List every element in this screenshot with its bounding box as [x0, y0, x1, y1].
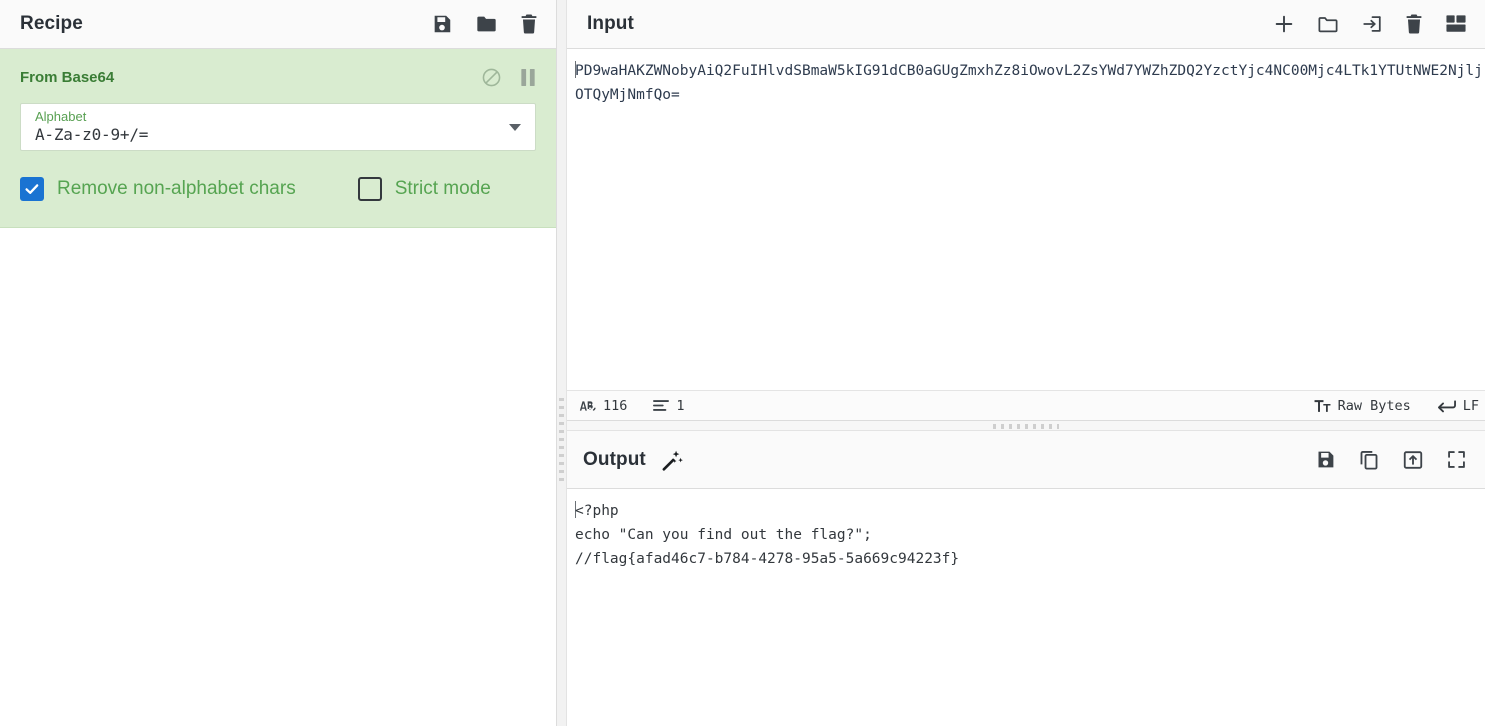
- input-encoding-value: Raw Bytes: [1337, 397, 1411, 414]
- output-section: Output <?php echo "Can you find out the …: [567, 431, 1485, 726]
- input-line-ending-status[interactable]: LF: [1437, 398, 1479, 414]
- add-input-tab-icon[interactable]: [1273, 13, 1295, 35]
- breakpoint-pause-icon[interactable]: [520, 68, 536, 87]
- horizontal-splitter[interactable]: [567, 421, 1485, 431]
- output-line-1: <?php: [575, 503, 619, 519]
- alphabet-field[interactable]: Alphabet A-Za-z0-9+/=: [20, 103, 536, 151]
- recipe-title: Recipe: [20, 13, 83, 34]
- output-title-bar: Output: [567, 431, 1485, 489]
- recipe-title-bar: Recipe: [0, 0, 556, 49]
- strict-mode-checkbox[interactable]: Strict mode: [357, 177, 491, 201]
- open-folder-icon[interactable]: [1317, 13, 1339, 35]
- vertical-splitter-grip[interactable]: [559, 398, 564, 486]
- output-editor[interactable]: <?php echo "Can you find out the flag?";…: [567, 489, 1485, 726]
- alphabet-label: Alphabet: [35, 109, 87, 124]
- output-line-3: //flag{afad46c7-b784-4278-95a5-5a669c942…: [575, 551, 960, 567]
- strict-mode-label: Strict mode: [394, 178, 491, 199]
- load-recipe-icon[interactable]: [475, 13, 498, 35]
- input-text[interactable]: PD9waHAKZWNobyAiQ2FuIHlvdSBmaW5kIG91dCB0…: [575, 63, 1483, 103]
- remove-non-alphabet-chars-checkbox[interactable]: Remove non-alphabet chars: [20, 177, 296, 201]
- checkbox-unchecked-icon[interactable]: [357, 177, 382, 201]
- input-header-icons: [1273, 13, 1467, 35]
- operation-title: From Base64: [20, 68, 115, 86]
- operation-checkbox-row: Remove non-alphabet chars Strict mode: [20, 177, 536, 201]
- save-recipe-icon[interactable]: [431, 13, 453, 35]
- input-length-value: 116: [603, 397, 628, 414]
- operation-arguments: Alphabet A-Za-z0-9+/= Remove non-alphabe…: [20, 103, 536, 201]
- cyberchef-app: Recipe From Base64 Alphabet A-Za-z0-9+/=…: [0, 0, 1485, 726]
- open-file-icon[interactable]: [1361, 13, 1383, 35]
- input-line-ending-value: LF: [1462, 397, 1479, 414]
- chevron-down-icon[interactable]: [509, 124, 521, 131]
- input-status-right: Raw Bytes LF: [1288, 398, 1479, 414]
- copy-output-icon[interactable]: [1358, 449, 1380, 471]
- replace-input-icon[interactable]: [1402, 449, 1424, 471]
- input-section: Input PD9waHAKZWNobyAiQ2FuIHlvdSBmaW5kIG…: [567, 0, 1485, 421]
- input-editor[interactable]: PD9waHAKZWNobyAiQ2FuIHlvdSBmaW5kIG91dCB0…: [567, 49, 1485, 390]
- disable-operation-icon[interactable]: [481, 67, 502, 88]
- input-encoding-status[interactable]: Raw Bytes: [1314, 398, 1411, 414]
- magic-wand-icon[interactable]: [660, 448, 684, 472]
- alphabet-value: A-Za-z0-9+/=: [35, 125, 149, 144]
- reset-pane-layout-icon[interactable]: [1445, 14, 1467, 34]
- input-lines-status: 1: [653, 397, 685, 414]
- clear-input-icon[interactable]: [1405, 13, 1423, 35]
- return-arrow-icon: [1437, 399, 1456, 413]
- lines-icon: [653, 399, 670, 412]
- output-line-2: echo "Can you find out the flag?";: [575, 527, 872, 543]
- vertical-splitter[interactable]: [557, 0, 567, 726]
- input-title: Input: [587, 13, 634, 34]
- input-length-status: 116: [579, 398, 627, 414]
- clear-recipe-icon[interactable]: [520, 13, 538, 35]
- output-header-icons: [1315, 449, 1467, 471]
- recipe-pane: Recipe From Base64 Alphabet A-Za-z0-9+/=…: [0, 0, 557, 726]
- save-output-icon[interactable]: [1315, 449, 1336, 470]
- recipe-operation-from-base64[interactable]: From Base64 Alphabet A-Za-z0-9+/= Remove…: [0, 49, 556, 228]
- output-title: Output: [583, 448, 646, 470]
- checkbox-checked-icon[interactable]: [20, 177, 44, 201]
- operation-controls: [481, 67, 536, 88]
- input-lines-value: 1: [676, 397, 685, 414]
- maximise-output-icon[interactable]: [1446, 449, 1467, 470]
- recipe-operation-list[interactable]: From Base64 Alphabet A-Za-z0-9+/= Remove…: [0, 49, 556, 726]
- operation-header: From Base64: [20, 63, 536, 91]
- font-icon: [1314, 399, 1331, 413]
- io-pane: Input PD9waHAKZWNobyAiQ2FuIHlvdSBmaW5kIG…: [557, 0, 1485, 726]
- abc-icon: [579, 400, 596, 412]
- remove-non-alphabet-chars-label: Remove non-alphabet chars: [57, 178, 296, 199]
- input-status-bar: 116 1 Raw Bytes LF: [567, 390, 1485, 420]
- input-title-bar: Input: [567, 0, 1485, 49]
- horizontal-splitter-grip[interactable]: [993, 424, 1059, 429]
- recipe-header-icons: [431, 13, 538, 35]
